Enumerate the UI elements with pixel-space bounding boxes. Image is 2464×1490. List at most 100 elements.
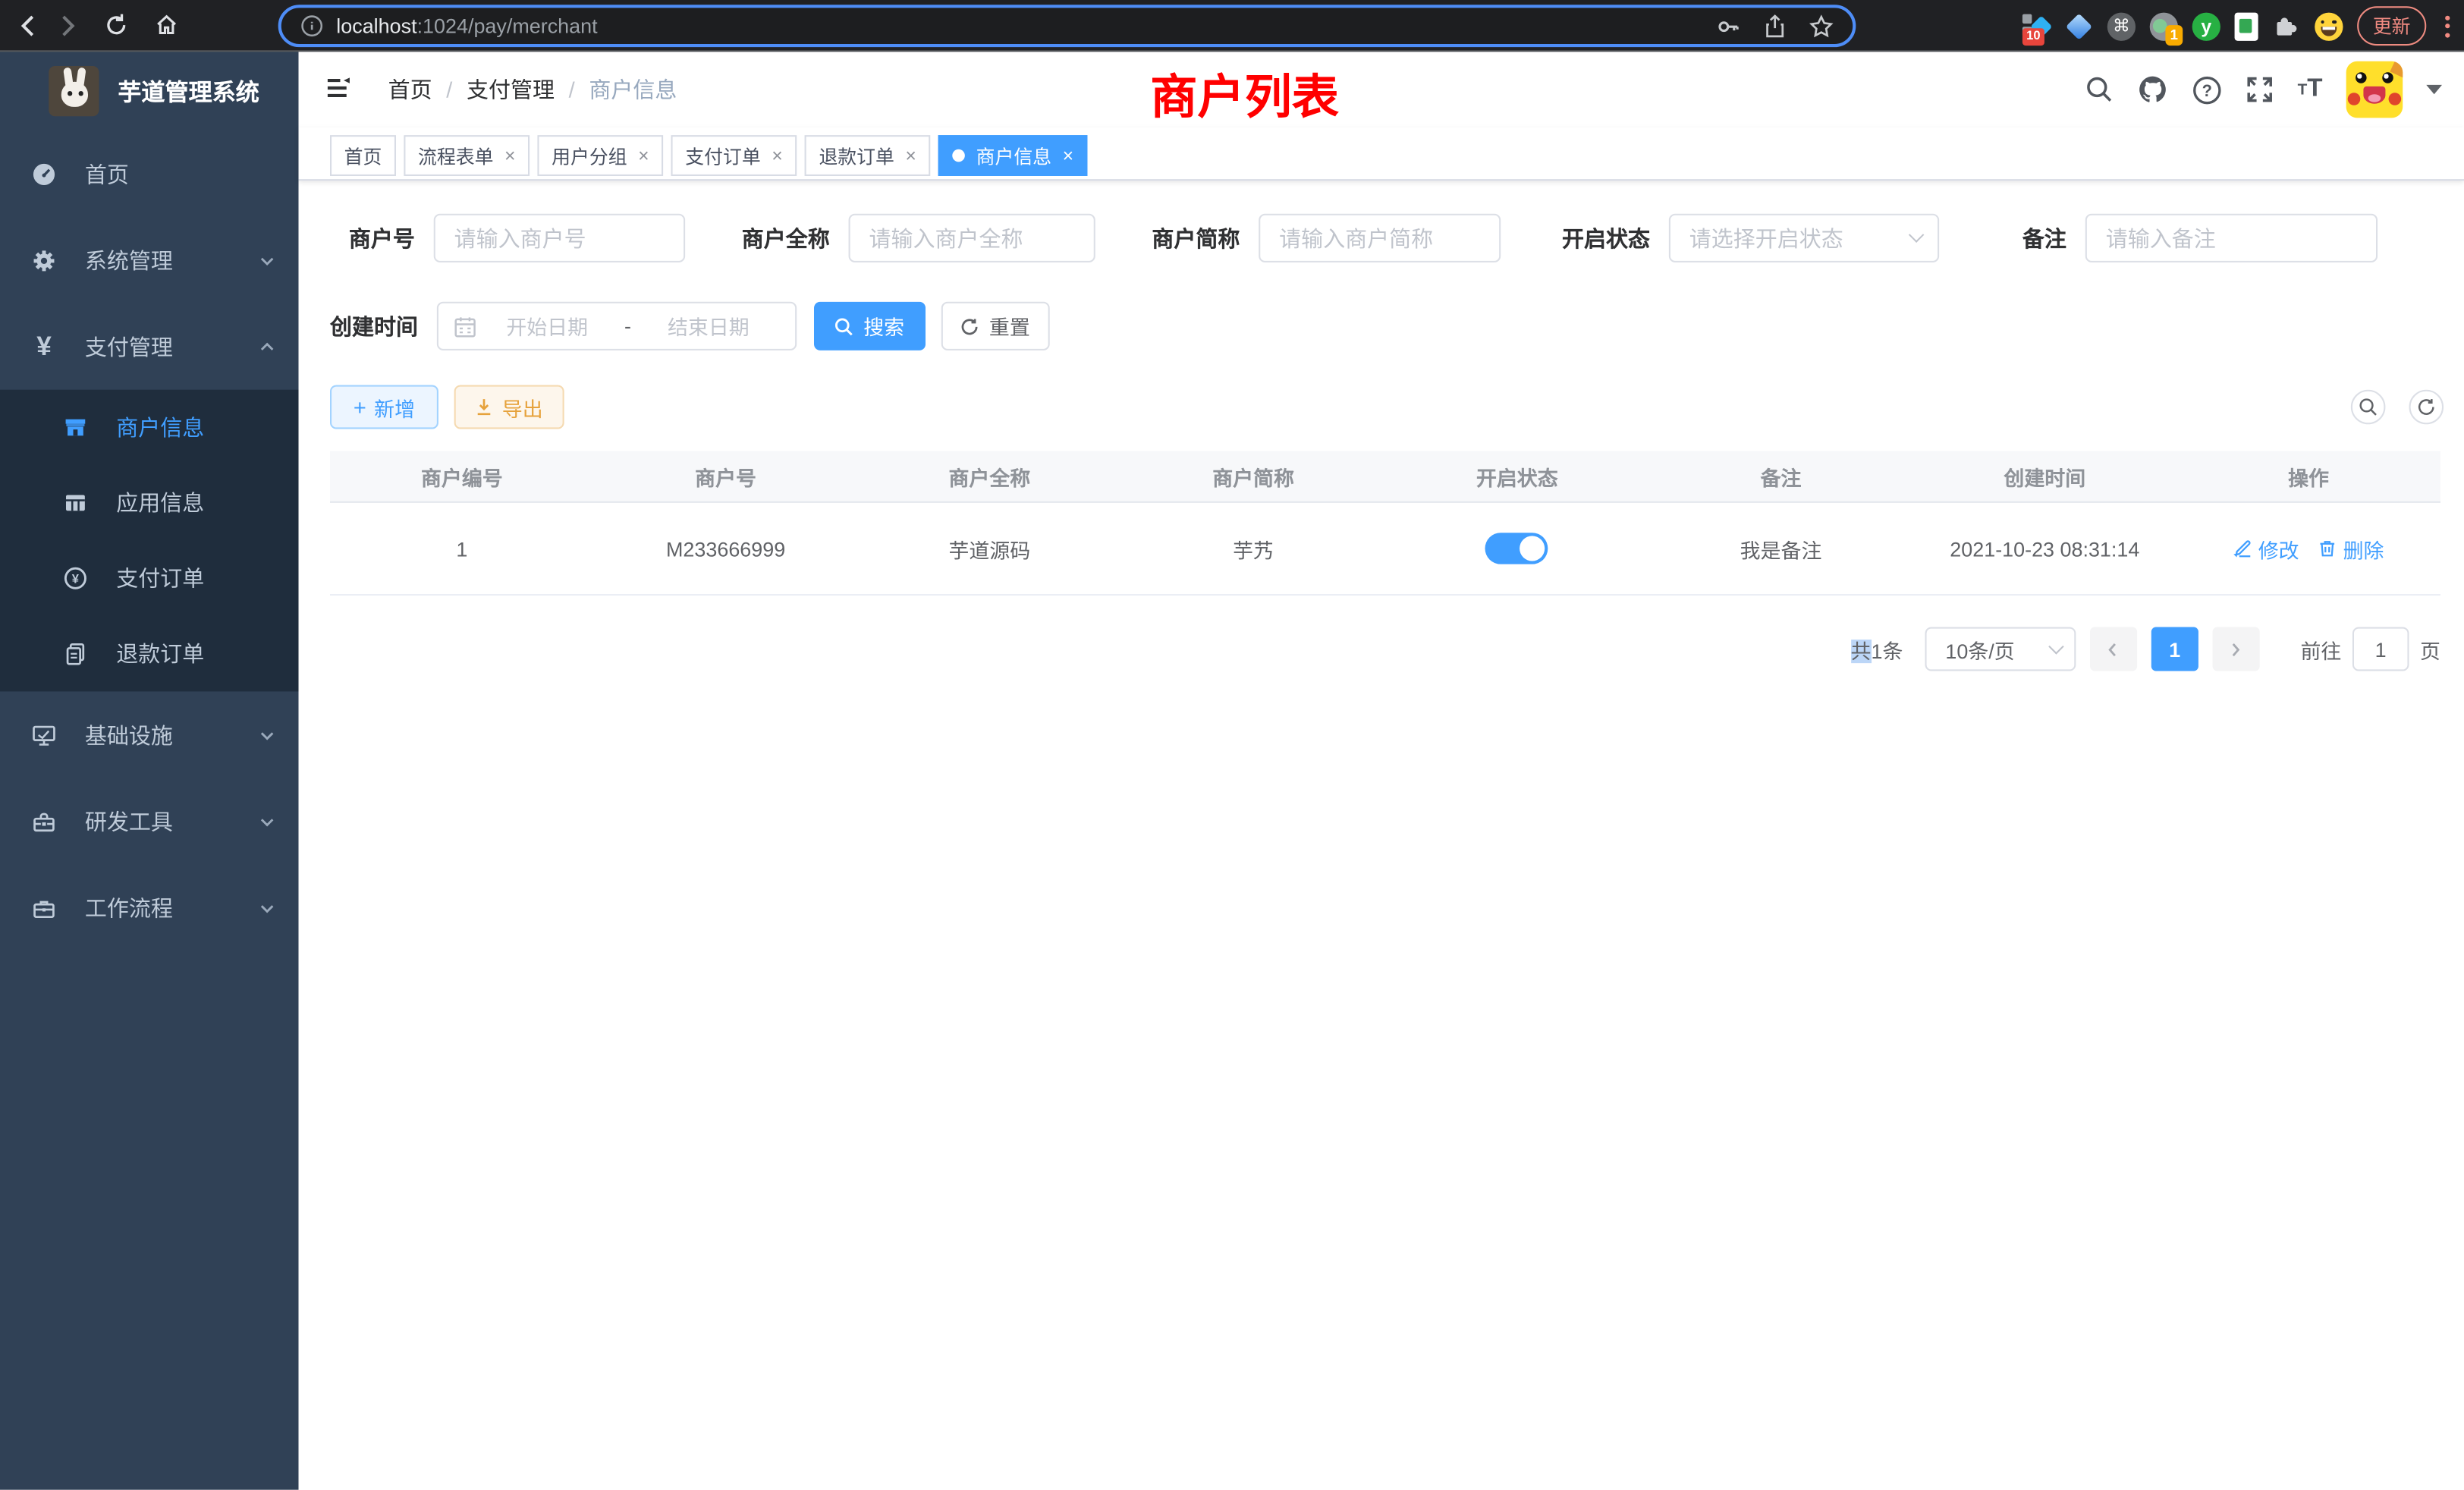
tab-pay-order[interactable]: 支付订单× xyxy=(671,135,797,176)
yen-circle-icon: ¥ xyxy=(63,566,88,591)
sidebar-item-label: 应用信息 xyxy=(116,487,204,518)
column-header: 商户简称 xyxy=(1121,451,1385,501)
profile-avatar-icon[interactable] xyxy=(2315,12,2343,40)
chevron-down-icon xyxy=(258,725,277,744)
sidebar-item-pay-order[interactable]: ¥ 支付订单 xyxy=(0,541,299,616)
merchant-table: 商户编号 商户号 商户全称 商户简称 开启状态 备注 创建时间 操作 1 M23… xyxy=(330,451,2440,596)
font-size-icon[interactable]: TT xyxy=(2298,75,2323,103)
github-icon[interactable] xyxy=(2137,74,2168,105)
close-icon[interactable]: × xyxy=(638,146,649,165)
sidebar-item-refund-order[interactable]: 退款订单 xyxy=(0,616,299,691)
page-number-1[interactable]: 1 xyxy=(2151,627,2198,671)
table-header-row: 商户编号 商户号 商户全称 商户简称 开启状态 备注 创建时间 操作 xyxy=(330,451,2440,503)
browser-back-button[interactable] xyxy=(9,6,47,44)
extension-command-icon[interactable]: ⌘ xyxy=(2107,12,2136,40)
breadcrumb: 首页 / 支付管理 / 商户信息 xyxy=(388,52,677,127)
breadcrumb-separator: / xyxy=(569,77,575,102)
sidebar-item-dev-tools[interactable]: 研发工具 xyxy=(0,778,299,864)
close-icon[interactable]: × xyxy=(772,146,783,165)
short-name-input[interactable] xyxy=(1259,214,1501,262)
help-icon[interactable]: ? xyxy=(2192,74,2222,104)
bookmark-star-icon[interactable] xyxy=(1809,14,1834,39)
column-header: 商户号 xyxy=(594,451,858,501)
tab-merchant-info[interactable]: 商户信息× xyxy=(938,135,1088,176)
tab-user-group[interactable]: 用户分组× xyxy=(538,135,664,176)
edit-link[interactable]: 修改 xyxy=(2233,533,2299,563)
search-button[interactable]: 搜索 xyxy=(814,302,926,350)
table-row: 1 M233666999 芋道源码 芋艿 我是备注 2021-10-23 08:… xyxy=(330,503,2440,596)
tab-process-form[interactable]: 流程表单× xyxy=(404,135,530,176)
status-toggle[interactable] xyxy=(1485,533,1548,564)
close-icon[interactable]: × xyxy=(1063,146,1074,165)
password-key-icon[interactable] xyxy=(1716,14,1741,39)
main-content: 首页 / 支付管理 / 商户信息 商户列表 ? T xyxy=(299,52,2464,1489)
breadcrumb-home[interactable]: 首页 xyxy=(388,74,432,105)
cell-remark: 我是备注 xyxy=(1649,503,1913,594)
prev-page-button[interactable] xyxy=(2090,627,2137,671)
field-label: 商户号 xyxy=(349,222,415,253)
app-title: 芋道管理系统 xyxy=(118,74,259,108)
sidebar-item-label: 系统管理 xyxy=(85,244,173,275)
svg-text:?: ? xyxy=(2202,80,2212,99)
browser-reload-button[interactable] xyxy=(97,6,135,44)
sidebar-item-pay[interactable]: ¥ 支付管理 xyxy=(0,303,299,390)
extension-badge: 10 xyxy=(2022,27,2044,45)
user-menu-caret-icon[interactable] xyxy=(2426,85,2442,94)
sidebar-item-system[interactable]: 系统管理 xyxy=(0,217,299,303)
shop-icon xyxy=(63,415,88,440)
page-size-select[interactable]: 10条/页 xyxy=(1925,627,2076,671)
breadcrumb-current: 商户信息 xyxy=(589,74,677,105)
grid-icon xyxy=(63,490,88,515)
cell-merchant-no: M233666999 xyxy=(594,503,858,594)
close-icon[interactable]: × xyxy=(504,146,516,165)
search-icon xyxy=(835,316,854,335)
extension-gray-circle-icon[interactable]: 1 xyxy=(2150,12,2178,40)
date-range-picker[interactable]: 开始日期 - 结束日期 xyxy=(437,302,797,350)
cell-status xyxy=(1385,503,1649,594)
extension-gem-icon[interactable] xyxy=(2065,12,2093,40)
extension-blue-diamond-icon[interactable]: 10 xyxy=(2022,12,2051,40)
delete-link[interactable]: 删除 xyxy=(2318,533,2384,563)
extension-y-icon[interactable]: y xyxy=(2192,12,2220,40)
sidebar-item-merchant-info[interactable]: 商户信息 xyxy=(0,390,299,465)
browser-update-button[interactable]: 更新 xyxy=(2357,6,2426,46)
url-bar[interactable]: localhost:1024/pay/merchant xyxy=(278,5,1856,47)
sidebar-collapse-icon[interactable] xyxy=(322,74,352,110)
goto-page-input[interactable] xyxy=(2352,627,2409,671)
remark-input[interactable] xyxy=(2085,214,2378,262)
user-avatar[interactable] xyxy=(2346,61,2403,118)
browser-chrome: localhost:1024/pay/merchant 10 ⌘ 1 xyxy=(0,0,2464,52)
merchant-no-input[interactable] xyxy=(434,214,685,262)
close-icon[interactable]: × xyxy=(905,146,916,165)
sidebar-item-label: 工作流程 xyxy=(85,892,173,923)
search-icon[interactable] xyxy=(2085,75,2114,103)
tab-refund-order[interactable]: 退款订单× xyxy=(805,135,931,176)
browser-home-button[interactable] xyxy=(148,6,186,44)
export-button[interactable]: 导出 xyxy=(454,385,564,429)
refresh-icon xyxy=(961,316,980,335)
sidebar-item-app-info[interactable]: 应用信息 xyxy=(0,465,299,540)
extension-notes-icon[interactable] xyxy=(2235,12,2258,40)
sidebar-item-infra[interactable]: 基础设施 xyxy=(0,691,299,778)
column-header: 商户全称 xyxy=(857,451,1121,501)
next-page-button[interactable] xyxy=(2213,627,2260,671)
share-icon[interactable] xyxy=(1763,14,1787,39)
app-logo[interactable]: 芋道管理系统 xyxy=(0,52,299,130)
refresh-table-button[interactable] xyxy=(2409,390,2444,425)
sidebar-item-home[interactable]: 首页 xyxy=(0,130,299,217)
extensions-puzzle-icon[interactable] xyxy=(2272,12,2300,40)
pencil-icon xyxy=(2233,539,2252,558)
add-button[interactable]: + 新增 xyxy=(330,385,438,429)
fullscreen-icon[interactable] xyxy=(2246,75,2274,103)
toggle-search-button[interactable] xyxy=(2351,390,2386,425)
reset-button[interactable]: 重置 xyxy=(941,302,1050,350)
status-select[interactable]: 请选择开启状态 xyxy=(1669,214,1939,262)
browser-extensions: 10 ⌘ 1 y 更新 xyxy=(2022,0,2455,52)
tab-home[interactable]: 首页 xyxy=(330,135,396,176)
sidebar-item-workflow[interactable]: 工作流程 xyxy=(0,864,299,951)
browser-forward-button[interactable] xyxy=(47,6,85,44)
full-name-input[interactable] xyxy=(849,214,1095,262)
browser-menu-icon[interactable] xyxy=(2440,15,2455,37)
breadcrumb-pay[interactable]: 支付管理 xyxy=(467,74,555,105)
site-info-icon[interactable] xyxy=(300,14,324,38)
